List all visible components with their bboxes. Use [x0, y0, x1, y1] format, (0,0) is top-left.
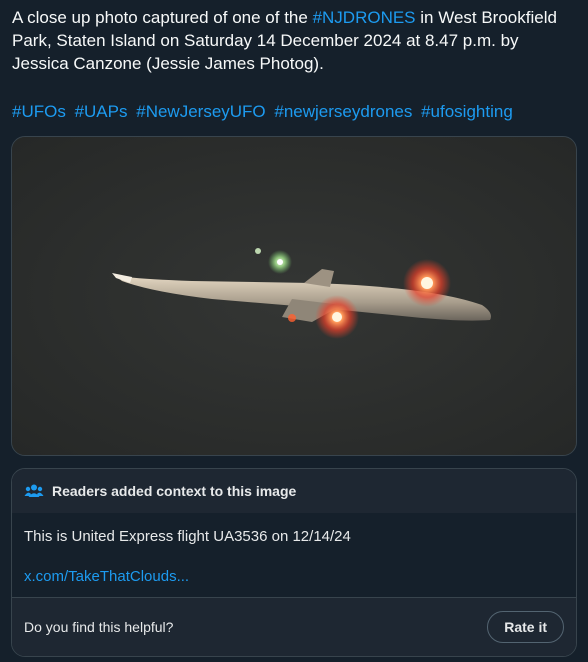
- hashtag-link[interactable]: #NewJerseyUFO: [136, 102, 265, 121]
- tweet-line-1: A close up photo captured of one of the …: [12, 6, 578, 29]
- community-note-text: This is United Express flight UA3536 on …: [24, 528, 351, 545]
- hashtag-list: #UFOs #UAPs #NewJerseyUFO #newjerseydron…: [12, 100, 517, 123]
- tweet-text-segment: in West Brookfield: [415, 8, 557, 27]
- rate-it-button[interactable]: Rate it: [487, 611, 564, 643]
- tweet-line-3: Jessica Canzone (Jessie James Photog).: [12, 54, 324, 73]
- aircraft-night-photo: [12, 137, 576, 455]
- hashtag-njdrones-link[interactable]: #NJDRONES: [313, 8, 416, 27]
- hashtag-link[interactable]: #UAPs: [75, 102, 128, 121]
- community-note-card: Readers added context to this image This…: [11, 468, 577, 657]
- community-note-footer: Do you find this helpful? Rate it: [12, 597, 576, 656]
- hashtag-link[interactable]: #UFOs: [12, 102, 66, 121]
- community-note-body: This is United Express flight UA3536 on …: [12, 513, 576, 598]
- hashtag-link[interactable]: #newjerseydrones: [274, 102, 412, 121]
- hashtag-link[interactable]: #ufosighting: [421, 102, 513, 121]
- community-note-title: Readers added context to this image: [52, 483, 297, 499]
- people-icon: [24, 481, 44, 501]
- tweet-text-segment: A close up photo captured of one of the: [12, 8, 313, 27]
- helpful-question: Do you find this helpful?: [24, 619, 174, 635]
- community-note-source-link[interactable]: x.com/TakeThatClouds...: [24, 567, 564, 587]
- community-note-header: Readers added context to this image: [12, 469, 576, 513]
- tweet-photo[interactable]: [11, 136, 577, 456]
- tweet-text: A close up photo captured of one of the …: [12, 6, 578, 75]
- tweet-line-2: Park, Staten Island on Saturday 14 Decem…: [12, 31, 519, 50]
